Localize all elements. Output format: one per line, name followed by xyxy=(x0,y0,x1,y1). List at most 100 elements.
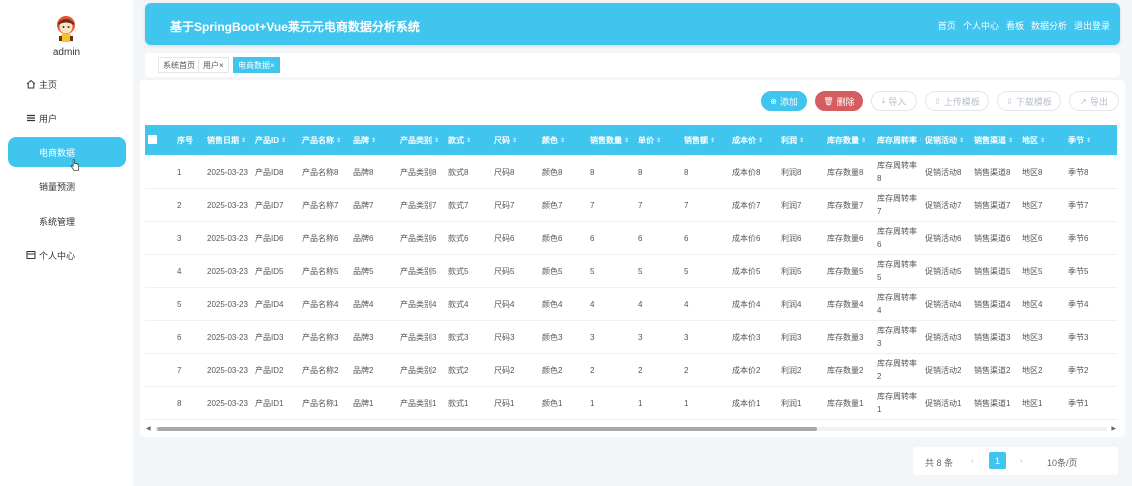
nav-dashboard-link[interactable]: 看板 xyxy=(1006,19,1024,32)
table-cell: 4 xyxy=(177,266,182,276)
table-cell: 地区8 xyxy=(1022,167,1043,177)
sort-icon[interactable]: ⇕ xyxy=(466,137,471,144)
table-cell: 5 xyxy=(638,266,643,276)
button-label: 删除 xyxy=(836,96,855,107)
table-cell: 产品名称6 xyxy=(302,233,339,243)
sort-icon[interactable]: ⇕ xyxy=(434,137,439,144)
tab-ecommerce-data[interactable]: 电商数据 × xyxy=(233,57,280,73)
next-page-icon[interactable]: › xyxy=(1020,456,1023,465)
table-cell: 产品类别7 xyxy=(400,200,437,210)
table-cell: 销售渠道4 xyxy=(974,299,1011,309)
table-cell: 库存数量2 xyxy=(827,365,864,375)
page-size-select[interactable]: 10条/页 xyxy=(1047,456,1078,469)
column-header[interactable]: 成本价 ⇕ xyxy=(728,125,777,155)
tab-system-home[interactable]: 系统首页 xyxy=(158,57,200,73)
column-header[interactable]: 品牌 ⇕ xyxy=(349,125,396,155)
sidebar-item-users[interactable]: 用户 xyxy=(8,103,126,133)
column-header[interactable]: 利润 ⇕ xyxy=(777,125,823,155)
scrollbar-thumb[interactable] xyxy=(157,427,817,431)
table-cell: 2025-03-23 xyxy=(207,167,248,177)
column-header[interactable]: 尺码 ⇕ xyxy=(490,125,538,155)
close-icon[interactable]: × xyxy=(270,61,275,70)
export-button[interactable]: ↗ 导出 xyxy=(1069,91,1119,111)
sort-icon[interactable]: ⇕ xyxy=(1040,137,1045,144)
card-icon xyxy=(26,251,36,259)
table-row[interactable]: 4 2025-03-23 产品ID5 产品名称5 品牌5 产品类别5 款式5 尺码5 颜色5 5 5… xyxy=(145,254,1117,288)
sort-icon[interactable]: ⇕ xyxy=(624,137,629,144)
sort-icon[interactable]: ⇕ xyxy=(241,137,246,144)
table-cell: 库存周转率7 xyxy=(877,194,917,216)
table-row[interactable]: 6 2025-03-23 产品ID3 产品名称3 品牌3 产品类别3 款式3 尺码3 颜色3 3 3… xyxy=(145,320,1117,354)
table-cell: 产品名称4 xyxy=(302,299,339,309)
sort-icon[interactable]: ⇕ xyxy=(336,137,341,144)
nav-logout-link[interactable]: 退出登录 xyxy=(1074,19,1110,32)
column-header[interactable]: 销售数量 ⇕ xyxy=(586,125,634,155)
column-header[interactable]: 库存周转率⇕ xyxy=(873,125,921,155)
column-header-label: 库存周转率 xyxy=(877,135,917,145)
scroll-right-icon[interactable]: ▶ xyxy=(1111,425,1116,432)
sidebar-item-ecommerce-data[interactable]: 电商数据 xyxy=(8,137,126,171)
table-cell: 款式2 xyxy=(448,365,469,375)
sort-icon[interactable]: ⇕ xyxy=(799,137,804,144)
column-header-label: 销售日期 xyxy=(207,135,239,145)
column-header[interactable]: 颜色 ⇕ xyxy=(538,125,586,155)
table-row[interactable]: 7 2025-03-23 产品ID2 产品名称2 品牌2 产品类别2 款式2 尺码2 颜色2 2 2… xyxy=(145,353,1117,387)
column-header[interactable]: 促销活动 ⇕ xyxy=(921,125,970,155)
column-header[interactable]: 产品类别 ⇕ xyxy=(396,125,444,155)
column-header[interactable]: 款式 ⇕ xyxy=(444,125,490,155)
column-header-label: 款式 xyxy=(448,135,464,145)
table-cell: 成本价7 xyxy=(732,200,761,210)
table-row[interactable]: 1 2025-03-23 产品ID8 产品名称8 品牌8 产品类别8 款式8 尺码8 颜色8 8 8… xyxy=(145,155,1117,189)
column-header[interactable]: 销售渠道 ⇕ xyxy=(970,125,1018,155)
nav-analytics-link[interactable]: 数据分析 xyxy=(1031,19,1067,32)
column-header[interactable]: 序号 xyxy=(173,125,203,155)
table-row[interactable]: 2 2025-03-23 产品ID7 产品名称7 品牌7 产品类别7 款式7 尺码7 颜色7 7 7… xyxy=(145,188,1117,222)
column-header[interactable]: 销售日期 ⇕ xyxy=(203,125,251,155)
sort-icon[interactable]: ⇕ xyxy=(281,137,286,144)
sidebar-item-sales-forecast[interactable]: 销量预测 xyxy=(8,171,126,201)
delete-button[interactable]: 🗑 删除 xyxy=(815,91,863,111)
current-page-button[interactable]: 1 xyxy=(989,452,1006,469)
sort-icon[interactable]: ⇕ xyxy=(710,137,715,144)
column-header[interactable]: 季节 ⇕ xyxy=(1064,125,1108,155)
sort-icon[interactable]: ⇕ xyxy=(758,137,763,144)
sort-icon[interactable]: ⇕ xyxy=(1008,137,1013,144)
table-cell: 地区2 xyxy=(1022,365,1043,375)
table-cell: 8 xyxy=(177,398,182,408)
download-template-button[interactable]: ⇩ 下载模板 xyxy=(997,91,1061,111)
table-row[interactable]: 8 2025-03-23 产品ID1 产品名称1 品牌1 产品类别1 款式1 尺码1 颜色1 1 1… xyxy=(145,386,1117,420)
nav-profile-link[interactable]: 个人中心 xyxy=(963,19,999,32)
upload-template-button[interactable]: ⇧ 上传模板 xyxy=(925,91,989,111)
column-header[interactable]: 产品名称 ⇕ xyxy=(298,125,349,155)
nav-home-link[interactable]: 首页 xyxy=(938,19,956,32)
table-cell: 7 xyxy=(638,200,643,210)
sidebar-item-profile[interactable]: 个人中心 xyxy=(8,240,126,270)
sort-icon[interactable]: ⇕ xyxy=(861,137,866,144)
column-header[interactable]: 产品ID ⇕ xyxy=(251,125,298,155)
column-header[interactable]: 单价 ⇕ xyxy=(634,125,680,155)
sort-icon[interactable]: ⇕ xyxy=(959,137,964,144)
table-cell: 2025-03-23 xyxy=(207,233,248,243)
sort-icon[interactable]: ⇕ xyxy=(1086,137,1091,144)
add-button[interactable]: ⊕ 添加 xyxy=(761,91,807,111)
column-header[interactable]: 地区 ⇕ xyxy=(1018,125,1064,155)
column-header-label: 销售额 xyxy=(684,135,708,145)
select-all-checkbox[interactable] xyxy=(148,135,157,144)
sort-icon[interactable]: ⇕ xyxy=(371,137,376,144)
sort-icon[interactable]: ⇕ xyxy=(560,137,565,144)
table-row[interactable]: 3 2025-03-23 产品ID6 产品名称6 品牌6 产品类别6 款式6 尺码6 颜色6 6 6… xyxy=(145,221,1117,255)
table-cell: 产品ID7 xyxy=(255,200,284,210)
sort-icon[interactable]: ⇕ xyxy=(656,137,661,144)
tab-users[interactable]: 用户 × xyxy=(198,57,229,73)
column-header[interactable]: 库存数量 ⇕ xyxy=(823,125,873,155)
close-icon[interactable]: × xyxy=(219,61,224,70)
table-row[interactable]: 5 2025-03-23 产品ID4 产品名称4 品牌4 产品类别4 款式4 尺码4 颜色4 4 4… xyxy=(145,287,1117,321)
import-button[interactable]: ⤓ 导入 xyxy=(871,91,917,111)
horizontal-scrollbar[interactable]: ◀ ▶ xyxy=(145,425,1117,433)
column-header[interactable]: 销售额 ⇕ xyxy=(680,125,728,155)
prev-page-icon[interactable]: ‹ xyxy=(971,456,974,465)
sidebar-item-system-management[interactable]: 系统管理 xyxy=(8,206,126,236)
sidebar-item-home[interactable]: 主页 xyxy=(8,69,126,99)
scroll-left-icon[interactable]: ◀ xyxy=(146,425,151,432)
sort-icon[interactable]: ⇕ xyxy=(512,137,517,144)
